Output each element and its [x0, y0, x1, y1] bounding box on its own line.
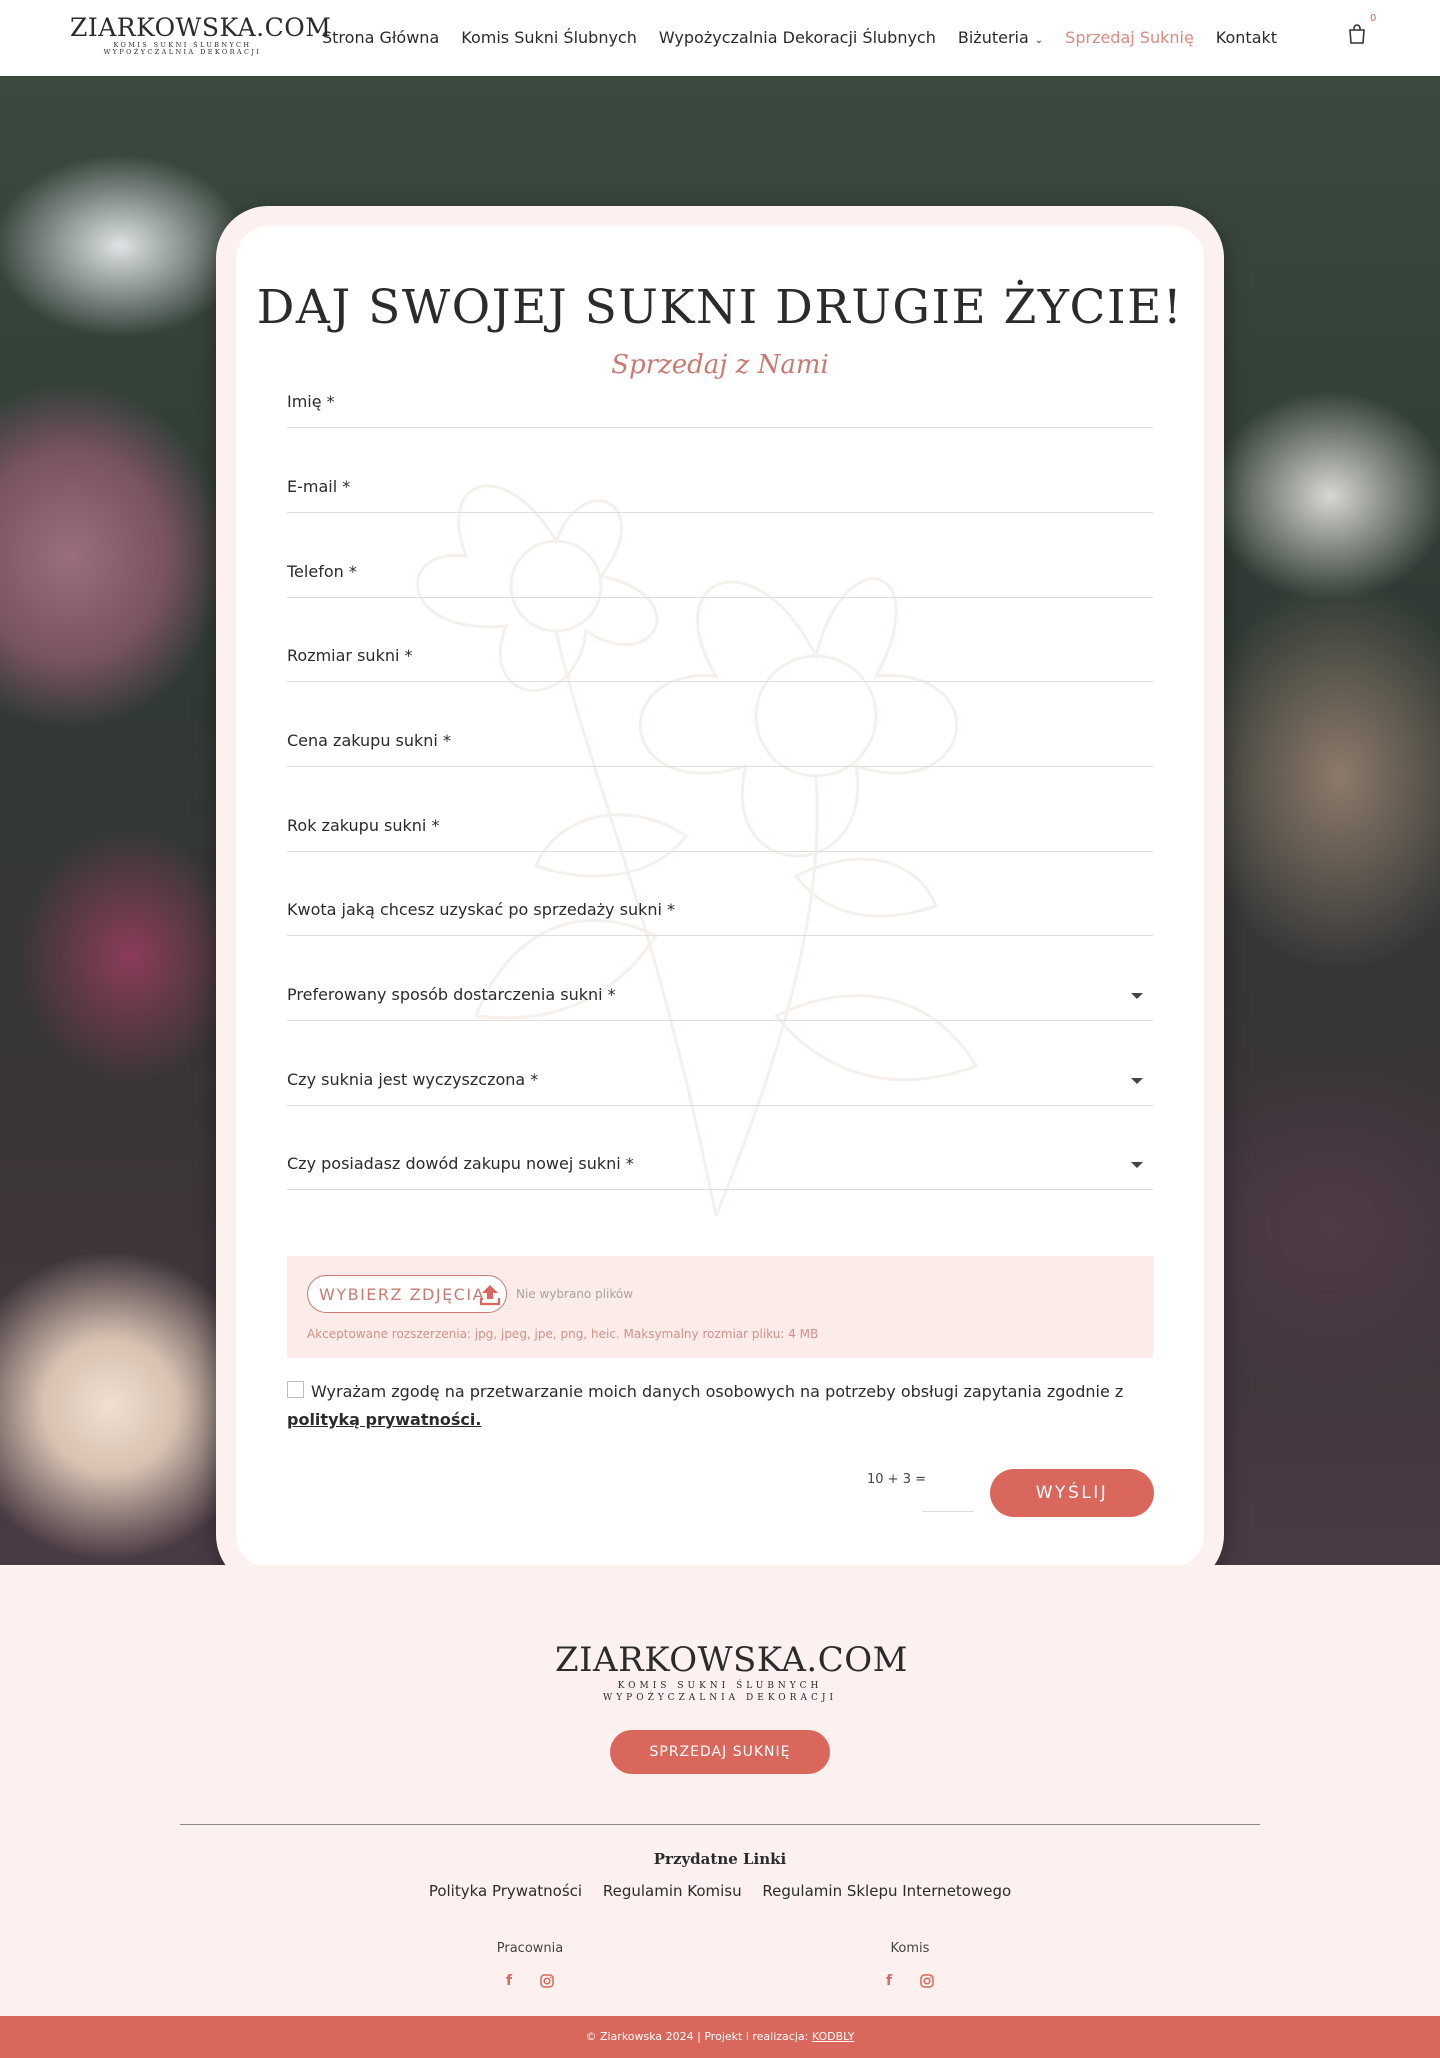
photo-upload-area: WYBIERZ ZDJĘCIA Nie wybrano plików Akcep… — [287, 1256, 1153, 1358]
instagram-icon[interactable] — [920, 1974, 934, 1988]
main-nav: Strona Główna Komis Sukni Ślubnych Wypoż… — [322, 28, 1299, 47]
nav-item-kontakt[interactable]: Kontakt — [1216, 28, 1277, 47]
sell-dress-button[interactable]: SPRZEDAJ SUKNIĘ — [610, 1730, 830, 1774]
consent-checkbox-row: Wyrażam zgodę na przetwarzanie moich dan… — [287, 1378, 1153, 1434]
email-field-label: E-mail * — [287, 477, 351, 496]
cleaned-select[interactable]: Czy suknia jest wyczyszczona * — [287, 1058, 1153, 1106]
instagram-icon[interactable] — [540, 1974, 554, 1988]
purchase-price-field[interactable]: Cena zakupu sukni * — [287, 719, 1153, 767]
caret-down-icon — [1131, 993, 1143, 999]
footer-logo[interactable]: ZIARKOWSKA.COM KOMIS SUKNI ŚLUBNYCH WYPO… — [555, 1640, 908, 1704]
cleaned-label: Czy suknia jest wyczyszczona * — [287, 1070, 539, 1089]
logo-main-text: ZIARKOWSKA.COM — [70, 13, 332, 42]
nav-item-bizuteria-wrap[interactable]: Biżuteria ⌄ — [958, 28, 1043, 47]
nav-item-komis[interactable]: Komis Sukni Ślubnych — [461, 28, 637, 47]
purchase-year-field[interactable]: Rok zakupu sukni * — [287, 804, 1153, 852]
cart-count-badge: 0 — [1370, 13, 1377, 24]
captcha-input[interactable] — [922, 1470, 974, 1512]
footer-links: Polityka Prywatności Regulamin Komisu Re… — [0, 1882, 1440, 1900]
site-logo[interactable]: ZIARKOWSKA.COM KOMIS SUKNI ŚLUBNYCH WYPO… — [70, 13, 332, 56]
social-komis: f — [880, 1973, 940, 1989]
consent-checkbox[interactable] — [287, 1381, 304, 1398]
copyright-bar: © Ziarkowska 2024 | Projekt i realizacja… — [0, 2016, 1440, 2058]
name-field[interactable]: Imię * — [287, 380, 1153, 428]
copyright-text: © Ziarkowska 2024 | Projekt i realizacja… — [585, 2030, 809, 2043]
logo-sub-text-2: WYPOŻYCZALNIA DEKORACJI — [103, 48, 262, 56]
captcha-question: 10 + 3 = — [867, 1472, 926, 1487]
location-pracownia: Pracownia — [496, 1941, 564, 1956]
nav-item-sprzedaj[interactable]: Sprzedaj Suknię — [1065, 28, 1194, 47]
form-subtitle: Sprzedaj z Nami — [611, 350, 829, 380]
upload-icon — [479, 1285, 501, 1306]
email-field[interactable]: E-mail * — [287, 465, 1153, 513]
submit-button[interactable]: WYŚLIJ — [990, 1469, 1154, 1517]
privacy-policy-link[interactable]: polityką prywatności. — [287, 1410, 481, 1429]
location-komis: Komis — [890, 1941, 930, 1956]
purchase-price-field-label: Cena zakupu sukni * — [287, 731, 451, 750]
form-title: DAJ SWOJEJ SUKNI DRUGIE ŻYCIE! — [256, 280, 1184, 335]
caret-down-icon — [1131, 1162, 1143, 1168]
useful-links-title: Przydatne Linki — [653, 1850, 787, 1868]
site-header: ZIARKOWSKA.COM KOMIS SUKNI ŚLUBNYCH WYPO… — [0, 0, 1440, 76]
facebook-icon[interactable]: f — [886, 1973, 892, 1989]
purchase-year-field-label: Rok zakupu sukni * — [287, 816, 440, 835]
choose-photos-label: WYBIERZ ZDJĘCIA — [319, 1285, 486, 1304]
facebook-icon[interactable]: f — [506, 1973, 512, 1989]
social-pracownia: f — [500, 1973, 560, 1989]
chevron-down-icon: ⌄ — [1034, 35, 1044, 46]
delivery-method-select[interactable]: Preferowany sposób dostarczenia sukni * — [287, 973, 1153, 1021]
choose-photos-button[interactable]: WYBIERZ ZDJĘCIA — [307, 1275, 507, 1313]
nav-item-home[interactable]: Strona Główna — [322, 28, 439, 47]
nav-item-bizuteria[interactable]: Biżuteria — [958, 28, 1029, 47]
footer-logo-sub-1: KOMIS SUKNI ŚLUBNYCH — [617, 1681, 823, 1691]
phone-field[interactable]: Telefon * — [287, 550, 1153, 598]
footer-divider — [180, 1824, 1260, 1825]
name-field-label: Imię * — [287, 392, 335, 411]
consent-text-block: Wyrażam zgodę na przetwarzanie moich dan… — [287, 1378, 1153, 1434]
footer-logo-main: ZIARKOWSKA.COM — [555, 1640, 908, 1680]
proof-of-purchase-select[interactable]: Czy posiadasz dowód zakupu nowej sukni * — [287, 1142, 1153, 1190]
expected-amount-field-label: Kwota jaką chcesz uzyskać po sprzedaży s… — [287, 900, 676, 919]
sell-dress-form: DAJ SWOJEJ SUKNI DRUGIE ŻYCIE! Sprzedaj … — [236, 226, 1204, 1565]
consent-text: Wyrażam zgodę na przetwarzanie moich dan… — [311, 1382, 1124, 1401]
caret-down-icon — [1131, 1078, 1143, 1084]
proof-of-purchase-label: Czy posiadasz dowód zakupu nowej sukni * — [287, 1154, 634, 1173]
hero-background: DAJ SWOJEJ SUKNI DRUGIE ŻYCIE! Sprzedaj … — [0, 76, 1440, 1565]
footer-logo-sub-2: WYPOŻYCZALNIA DEKORACJI — [602, 1693, 838, 1703]
phone-field-label: Telefon * — [287, 562, 357, 581]
footer-link-shop-terms[interactable]: Regulamin Sklepu Internetowego — [762, 1882, 1011, 1900]
shopping-bag-icon[interactable] — [1348, 24, 1366, 44]
expected-amount-field[interactable]: Kwota jaką chcesz uzyskać po sprzedaży s… — [287, 888, 1153, 936]
footer-link-privacy[interactable]: Polityka Prywatności — [429, 1882, 582, 1900]
dress-size-field-label: Rozmiar sukni * — [287, 646, 413, 665]
kodbly-link[interactable]: KODBLY — [812, 2030, 855, 2043]
dress-size-field[interactable]: Rozmiar sukni * — [287, 634, 1153, 682]
upload-accepted-text: Akceptowane rozszerzenia: jpg, jpeg, jpe… — [307, 1327, 819, 1341]
nav-item-wypozyczalnia[interactable]: Wypożyczalnia Dekoracji Ślubnych — [659, 28, 936, 47]
delivery-method-label: Preferowany sposób dostarczenia sukni * — [287, 985, 616, 1004]
upload-status-text: Nie wybrano plików — [516, 1287, 634, 1301]
footer-link-komis-terms[interactable]: Regulamin Komisu — [603, 1882, 742, 1900]
